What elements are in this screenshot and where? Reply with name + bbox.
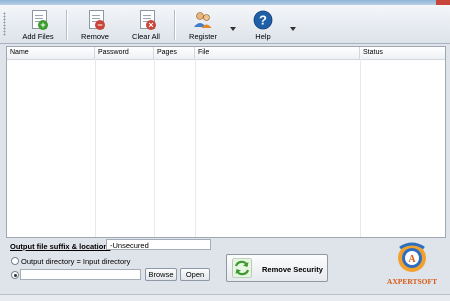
remove-label: Remove: [81, 32, 109, 41]
toolbar-grip[interactable]: [3, 12, 6, 36]
column-header-password[interactable]: Password: [95, 47, 154, 59]
column-header-pages[interactable]: Pages: [154, 47, 195, 59]
help-dropdown-arrow[interactable]: [290, 27, 296, 31]
column-header-file[interactable]: File: [195, 47, 360, 59]
suffix-location-label: Output file suffix & location:: [10, 242, 111, 251]
remove-security-button[interactable]: Remove Security: [226, 254, 328, 282]
register-label: Register: [189, 32, 217, 41]
clear-all-label: Clear All: [132, 32, 160, 41]
svg-text:?: ?: [259, 13, 267, 28]
same-directory-radio[interactable]: [11, 257, 19, 265]
clear-all-button[interactable]: × Clear All: [125, 8, 167, 42]
axpertsoft-logo: A AXPERTSOFT: [382, 238, 442, 288]
add-file-icon: +: [28, 10, 48, 30]
help-icon: ?: [253, 10, 273, 30]
register-dropdown-arrow[interactable]: [230, 27, 236, 31]
suffix-input[interactable]: -Unsecured: [106, 239, 211, 250]
table-header: Name Password Pages File Status: [7, 47, 445, 60]
remove-security-label: Remove Security: [262, 265, 323, 274]
column-divider: [95, 59, 96, 237]
custom-directory-radio[interactable]: [11, 271, 19, 279]
svg-text:A: A: [408, 254, 416, 265]
help-button[interactable]: ? Help: [244, 8, 282, 42]
users-icon: [193, 10, 213, 30]
brand-name: AXPERTSOFT: [386, 277, 438, 286]
refresh-icon: [232, 258, 252, 278]
register-button[interactable]: Register: [183, 8, 223, 42]
add-files-label: Add Files: [22, 32, 54, 41]
toolbar-separator: [174, 10, 176, 40]
file-list-table[interactable]: Name Password Pages File Status: [6, 46, 446, 238]
remove-button[interactable]: − Remove: [74, 8, 116, 42]
browse-button[interactable]: Browse: [145, 268, 177, 281]
column-header-name[interactable]: Name: [7, 47, 95, 59]
toolbar-separator: [66, 10, 68, 40]
toolbar: + Add Files − Remove × Clear All Registe…: [0, 5, 450, 44]
add-files-button[interactable]: + Add Files: [17, 8, 59, 42]
remove-file-icon: −: [85, 10, 105, 30]
clear-all-icon: ×: [136, 10, 156, 30]
output-options-panel: Output file suffix & location: -Unsecure…: [0, 238, 450, 300]
column-divider: [360, 59, 361, 237]
column-header-status[interactable]: Status: [360, 47, 445, 59]
same-directory-label: Output directory = Input directory: [21, 257, 131, 266]
column-divider: [154, 59, 155, 237]
help-label: Help: [255, 32, 271, 41]
open-button[interactable]: Open: [180, 268, 210, 281]
axpertsoft-emblem-icon: A: [398, 242, 426, 272]
output-directory-input[interactable]: [20, 269, 141, 280]
column-divider: [195, 59, 196, 237]
